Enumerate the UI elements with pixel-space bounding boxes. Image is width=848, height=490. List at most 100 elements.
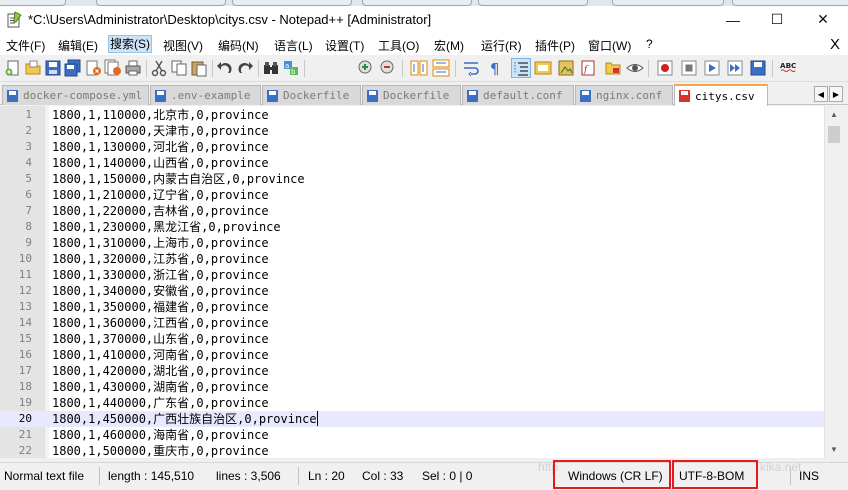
tab-env-example[interactable]: .env-example xyxy=(150,85,261,105)
menu-macro[interactable]: 宏(M) xyxy=(434,37,464,54)
line-text[interactable]: 1800,1,230000,黑龙江省,0,province xyxy=(52,219,281,235)
line-text[interactable]: 1800,1,460000,海南省,0,province xyxy=(52,427,269,443)
menu-run[interactable]: 运行(R) xyxy=(481,37,522,54)
tab-scroll-right-button[interactable]: ▶ xyxy=(829,86,843,102)
scroll-down-arrow[interactable]: ▼ xyxy=(825,441,843,458)
line-text[interactable]: 1800,1,330000,浙江省,0,province xyxy=(52,267,269,283)
menu-plugins[interactable]: 插件(P) xyxy=(535,37,575,54)
find-icon[interactable] xyxy=(262,59,280,77)
scrollbar-thumb[interactable] xyxy=(828,126,840,143)
tab-scroll-left-button[interactable]: ◀ xyxy=(814,86,828,102)
vertical-scrollbar[interactable]: ▲ ▼ xyxy=(824,106,842,458)
replace-icon[interactable]: ab xyxy=(282,59,300,77)
cut-icon[interactable] xyxy=(150,59,168,77)
word-wrap-icon[interactable] xyxy=(462,59,480,77)
close-all-icon[interactable] xyxy=(104,59,122,77)
editor-line[interactable]: 20 1800,1,450000,广西壮族自治区,0,province xyxy=(0,411,824,427)
editor-line[interactable]: 3 1800,1,130000,河北省,0,province xyxy=(0,139,824,155)
menu-help[interactable]: ? xyxy=(646,37,653,51)
tab-default-conf[interactable]: default.conf xyxy=(462,85,574,105)
editor-line[interactable]: 17 1800,1,420000,湖北省,0,province xyxy=(0,363,824,379)
menu-encoding[interactable]: 编码(N) xyxy=(218,37,259,54)
close-window-button[interactable]: ✕ xyxy=(800,6,846,33)
indent-guide-icon[interactable] xyxy=(511,58,531,78)
folder-as-workspace-icon[interactable] xyxy=(604,59,622,77)
close-document-button[interactable]: X xyxy=(830,36,840,53)
run-macro-multiple-icon[interactable] xyxy=(726,59,744,77)
function-list-icon[interactable]: f xyxy=(580,59,598,77)
show-all-characters-icon[interactable]: ¶ xyxy=(486,59,504,77)
zoom-in-icon[interactable] xyxy=(357,59,375,77)
open-file-icon[interactable] xyxy=(24,59,42,77)
editor-line[interactable]: 19 1800,1,440000,广东省,0,province xyxy=(0,395,824,411)
tab-nginx-conf[interactable]: nginx.conf xyxy=(575,85,673,105)
editor-line[interactable]: 10 1800,1,320000,江苏省,0,province xyxy=(0,251,824,267)
editor-line[interactable]: 11 1800,1,330000,浙江省,0,province xyxy=(0,267,824,283)
line-text[interactable]: 1800,1,110000,北京市,0,province xyxy=(52,107,269,123)
editor-line[interactable]: 6 1800,1,210000,辽宁省,0,province xyxy=(0,187,824,203)
line-text[interactable]: 1800,1,370000,山东省,0,province xyxy=(52,331,269,347)
undo-icon[interactable] xyxy=(216,59,234,77)
print-icon[interactable] xyxy=(124,59,142,77)
line-text[interactable]: 1800,1,320000,江苏省,0,province xyxy=(52,251,269,267)
line-text[interactable]: 1800,1,140000,山西省,0,province xyxy=(52,155,269,171)
new-file-icon[interactable] xyxy=(4,59,22,77)
stop-recording-icon[interactable] xyxy=(680,59,698,77)
menu-tools[interactable]: 工具(O) xyxy=(378,37,419,54)
record-macro-icon[interactable] xyxy=(656,59,674,77)
menu-settings[interactable]: 设置(T) xyxy=(325,37,364,54)
sync-vertical-icon[interactable] xyxy=(410,59,428,77)
scroll-up-arrow[interactable]: ▲ xyxy=(825,106,843,123)
save-macro-icon[interactable] xyxy=(749,59,767,77)
redo-icon[interactable] xyxy=(236,59,254,77)
status-insert-mode[interactable]: INS xyxy=(799,469,819,483)
menu-window[interactable]: 窗口(W) xyxy=(588,37,631,54)
sync-horizontal-icon[interactable] xyxy=(432,59,450,77)
line-text[interactable]: 1800,1,340000,安徽省,0,province xyxy=(52,283,269,299)
editor-line[interactable]: 12 1800,1,340000,安徽省,0,province xyxy=(0,283,824,299)
menu-file[interactable]: 文件(F) xyxy=(6,37,45,54)
menu-language[interactable]: 语言(L) xyxy=(274,37,313,54)
save-all-icon[interactable] xyxy=(64,59,82,77)
editor-line[interactable]: 22 1800,1,500000,重庆市,0,province xyxy=(0,443,824,458)
editor-line[interactable]: 7 1800,1,220000,吉林省,0,province xyxy=(0,203,824,219)
line-text[interactable]: 1800,1,220000,吉林省,0,province xyxy=(52,203,269,219)
editor-line[interactable]: 9 1800,1,310000,上海市,0,province xyxy=(0,235,824,251)
save-icon[interactable] xyxy=(44,59,62,77)
editor-line[interactable]: 2 1800,1,120000,天津市,0,province xyxy=(0,123,824,139)
paste-icon[interactable] xyxy=(190,59,208,77)
close-file-icon[interactable] xyxy=(84,59,102,77)
play-macro-icon[interactable] xyxy=(703,59,721,77)
line-text[interactable]: 1800,1,120000,天津市,0,province xyxy=(52,123,269,139)
menu-view[interactable]: 视图(V) xyxy=(163,37,203,54)
editor-line[interactable]: 8 1800,1,230000,黑龙江省,0,province xyxy=(0,219,824,235)
tab-citys-csv[interactable]: citys.csv xyxy=(674,84,768,106)
editor-line[interactable]: 5 1800,1,150000,内蒙古自治区,0,province xyxy=(0,171,824,187)
line-text[interactable]: 1800,1,310000,上海市,0,province xyxy=(52,235,269,251)
line-text[interactable]: 1800,1,410000,河南省,0,province xyxy=(52,347,269,363)
line-text[interactable]: 1800,1,440000,广东省,0,province xyxy=(52,395,269,411)
line-text[interactable]: 1800,1,420000,湖北省,0,province xyxy=(52,363,269,379)
monitoring-icon[interactable] xyxy=(626,59,644,77)
line-text[interactable]: 1800,1,450000,广西壮族自治区,0,province xyxy=(52,411,318,427)
menu-edit[interactable]: 编辑(E) xyxy=(58,37,98,54)
tab-dockerfile-2[interactable]: Dockerfile xyxy=(362,85,461,105)
editor-line[interactable]: 14 1800,1,360000,江西省,0,province xyxy=(0,315,824,331)
document-map-icon[interactable] xyxy=(557,59,575,77)
line-text[interactable]: 1800,1,360000,江西省,0,province xyxy=(52,315,269,331)
editor-line[interactable]: 16 1800,1,410000,河南省,0,province xyxy=(0,347,824,363)
minimize-button[interactable]: — xyxy=(710,6,756,33)
editor-line[interactable]: 1 1800,1,110000,北京市,0,province xyxy=(0,107,824,123)
text-editor[interactable]: 1 1800,1,110000,北京市,0,province 2 1800,1,120… xyxy=(0,106,824,458)
line-text[interactable]: 1800,1,350000,福建省,0,province xyxy=(52,299,269,315)
editor-line[interactable]: 21 1800,1,460000,海南省,0,province xyxy=(0,427,824,443)
zoom-out-icon[interactable] xyxy=(379,59,397,77)
tab-dockerfile-1[interactable]: Dockerfile xyxy=(262,85,361,105)
tab-docker-compose-yml[interactable]: docker-compose.yml xyxy=(2,85,149,105)
editor-line[interactable]: 4 1800,1,140000,山西省,0,province xyxy=(0,155,824,171)
editor-line[interactable]: 18 1800,1,430000,湖南省,0,province xyxy=(0,379,824,395)
line-text[interactable]: 1800,1,150000,内蒙古自治区,0,province xyxy=(52,171,305,187)
line-text[interactable]: 1800,1,500000,重庆市,0,province xyxy=(52,443,269,458)
menu-search[interactable]: 搜索(S) xyxy=(108,35,152,53)
line-text[interactable]: 1800,1,130000,河北省,0,province xyxy=(52,139,269,155)
